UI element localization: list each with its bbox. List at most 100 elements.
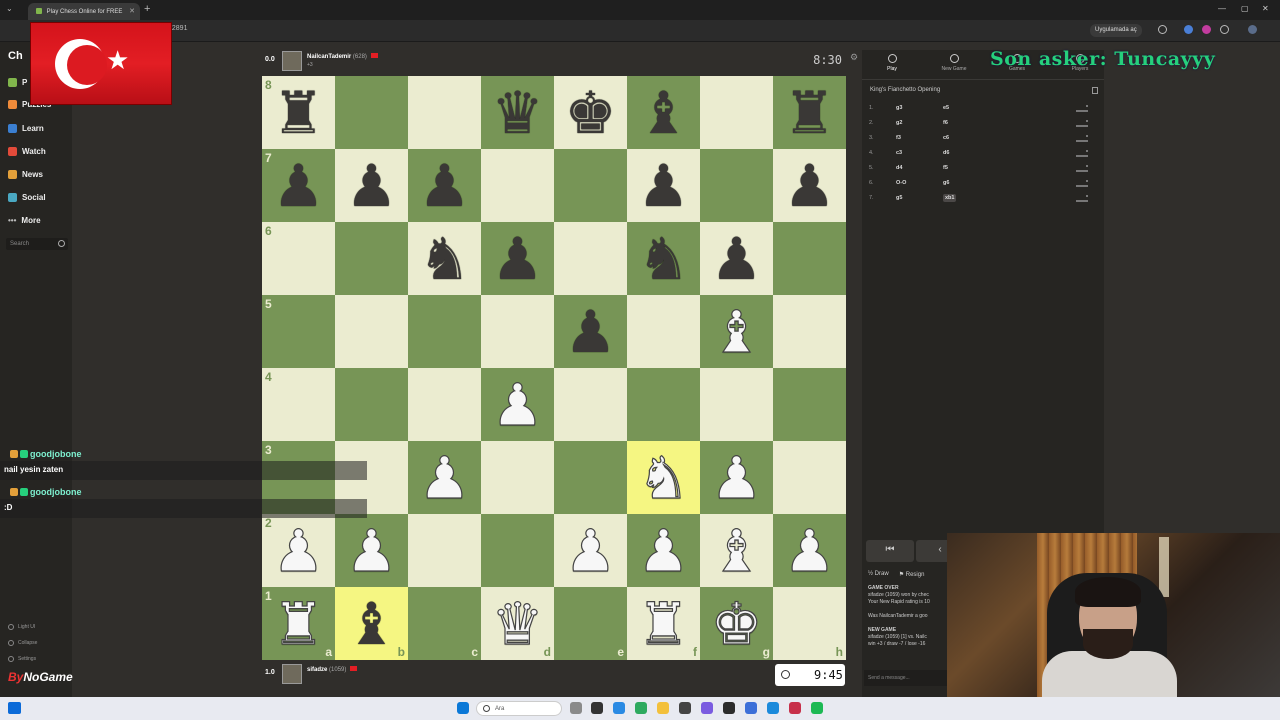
square-a2[interactable]: 2 ♟: [262, 514, 335, 587]
black-pawn-icon[interactable]: ♟: [419, 157, 471, 215]
black-knight-icon[interactable]: ♞: [638, 230, 690, 288]
windows-start-icon[interactable]: [457, 702, 469, 714]
black-pawn-icon[interactable]: ♟: [565, 303, 617, 361]
black-pawn-icon[interactable]: ♟: [638, 157, 690, 215]
bottom-player-name[interactable]: sifadze (1059): [307, 666, 359, 673]
square-f2[interactable]: ♟: [627, 514, 700, 587]
white-queen-icon[interactable]: ♛: [491, 594, 544, 653]
square-e7[interactable]: [554, 149, 627, 222]
terminal-icon[interactable]: [591, 702, 603, 714]
copy-icon[interactable]: [1092, 87, 1098, 94]
square-c6[interactable]: ♞: [408, 222, 481, 295]
chess-logo[interactable]: Ch: [8, 50, 23, 62]
minimize-icon[interactable]: —: [1218, 4, 1226, 13]
white-bishop-icon[interactable]: ♝: [710, 521, 763, 580]
square-f6[interactable]: ♞: [627, 222, 700, 295]
square-a6[interactable]: 6: [262, 222, 335, 295]
sidebar-item-play[interactable]: P: [8, 78, 27, 87]
square-d1[interactable]: d ♛: [481, 587, 554, 660]
black-pawn-icon[interactable]: ♟: [492, 230, 544, 288]
extensions-puzzle-icon[interactable]: [1220, 25, 1229, 34]
square-a7[interactable]: 7 ♟: [262, 149, 335, 222]
close-tab-icon[interactable]: ✕: [129, 7, 135, 15]
square-h8[interactable]: ♜: [773, 76, 846, 149]
black-pawn-icon[interactable]: ♟: [711, 230, 763, 288]
square-c2[interactable]: [408, 514, 481, 587]
square-a8[interactable]: 8 ♜: [262, 76, 335, 149]
file-explorer-icon[interactable]: [657, 702, 669, 714]
sidebar-item-social[interactable]: Social: [8, 193, 46, 202]
square-d3[interactable]: [481, 441, 554, 514]
white-pawn-icon[interactable]: ♟: [418, 448, 471, 507]
light-ui-toggle[interactable]: Light UI: [8, 624, 35, 630]
collapse-button[interactable]: Collapse: [8, 640, 37, 646]
task-view-icon[interactable]: [570, 702, 582, 714]
square-h6[interactable]: [773, 222, 846, 295]
white-move[interactable]: O-O: [896, 180, 906, 186]
white-bishop-icon[interactable]: ♝: [710, 302, 763, 361]
edge-icon[interactable]: [613, 702, 625, 714]
address-bar[interactable]: 12891 Uygulamada aç: [0, 20, 1280, 42]
white-rook-icon[interactable]: ♜: [272, 594, 325, 653]
square-e4[interactable]: [554, 368, 627, 441]
square-d8[interactable]: ♛: [481, 76, 554, 149]
square-h2[interactable]: ♟: [773, 514, 846, 587]
bottom-player-avatar[interactable]: [282, 664, 302, 684]
black-bishop-icon[interactable]: ♝: [638, 84, 690, 142]
black-queen-icon[interactable]: ♛: [492, 84, 544, 142]
square-c8[interactable]: [408, 76, 481, 149]
tab-menu-icon[interactable]: ⌄: [6, 4, 13, 13]
first-move-button[interactable]: ⏮: [866, 540, 914, 562]
square-h4[interactable]: [773, 368, 846, 441]
tab-new-game[interactable]: New Game: [934, 54, 974, 72]
sidebar-item-news[interactable]: News: [8, 170, 43, 179]
square-b1[interactable]: b ♝: [335, 587, 408, 660]
black-move[interactable]: f5: [943, 165, 948, 171]
black-pawn-icon[interactable]: ♟: [784, 157, 836, 215]
white-move[interactable]: g2: [896, 120, 902, 126]
square-b8[interactable]: [335, 76, 408, 149]
square-g5[interactable]: ♝: [700, 295, 773, 368]
white-pawn-icon[interactable]: ♟: [783, 521, 836, 580]
square-h3[interactable]: [773, 441, 846, 514]
maximize-icon[interactable]: ▢: [1241, 4, 1249, 13]
chrome-icon[interactable]: [635, 702, 647, 714]
square-c5[interactable]: [408, 295, 481, 368]
resign-button[interactable]: ⚑ Resign: [899, 571, 925, 578]
white-move[interactable]: f3: [896, 135, 901, 141]
square-c4[interactable]: [408, 368, 481, 441]
black-bishop-icon[interactable]: ♝: [346, 595, 398, 653]
browser-tab[interactable]: Play Chess Online for FREE ✕: [28, 3, 140, 20]
white-pawn-icon[interactable]: ♟: [345, 521, 398, 580]
square-f3[interactable]: ♞: [627, 441, 700, 514]
square-a4[interactable]: 4: [262, 368, 335, 441]
black-move[interactable]: e5: [943, 105, 949, 111]
chess-board[interactable]: 8 ♜ ♛ ♚ ♝ ♜ 7 ♟ ♟ ♟ ♟ ♟ 6 ♞ ♟ ♞ ♟ 5 ♟ ♝ 4 ♟ 3 ♟ ♞ ♟ 2 ♟ ♟ ♟ ♟ ♝ ♟ 1 a ♜ b ♝ c d…: [262, 76, 846, 660]
black-move[interactable]: g6: [943, 180, 949, 186]
widgets-icon[interactable]: [8, 702, 21, 714]
taskbar-search-input[interactable]: Ara: [476, 701, 562, 716]
tab-play[interactable]: Play: [872, 54, 912, 72]
square-g7[interactable]: [700, 149, 773, 222]
app-icon[interactable]: [723, 702, 735, 714]
square-h1[interactable]: h: [773, 587, 846, 660]
spotify-icon[interactable]: [811, 702, 823, 714]
app-icon[interactable]: [701, 702, 713, 714]
sidebar-search-input[interactable]: Search: [6, 238, 68, 250]
app-icon[interactable]: [679, 702, 691, 714]
black-move[interactable]: d6: [943, 150, 949, 156]
black-knight-icon[interactable]: ♞: [419, 230, 471, 288]
open-in-app-button[interactable]: Uygulamada aç: [1090, 24, 1142, 37]
square-f1[interactable]: f ♜: [627, 587, 700, 660]
white-pawn-icon[interactable]: ♟: [637, 521, 690, 580]
square-g2[interactable]: ♝: [700, 514, 773, 587]
white-move[interactable]: d4: [896, 165, 902, 171]
white-pawn-icon[interactable]: ♟: [710, 448, 763, 507]
square-b4[interactable]: [335, 368, 408, 441]
square-f4[interactable]: [627, 368, 700, 441]
white-knight-icon[interactable]: ♞: [637, 448, 690, 507]
white-pawn-icon[interactable]: ♟: [272, 521, 325, 580]
square-f8[interactable]: ♝: [627, 76, 700, 149]
black-king-icon[interactable]: ♚: [565, 84, 617, 142]
square-g8[interactable]: [700, 76, 773, 149]
